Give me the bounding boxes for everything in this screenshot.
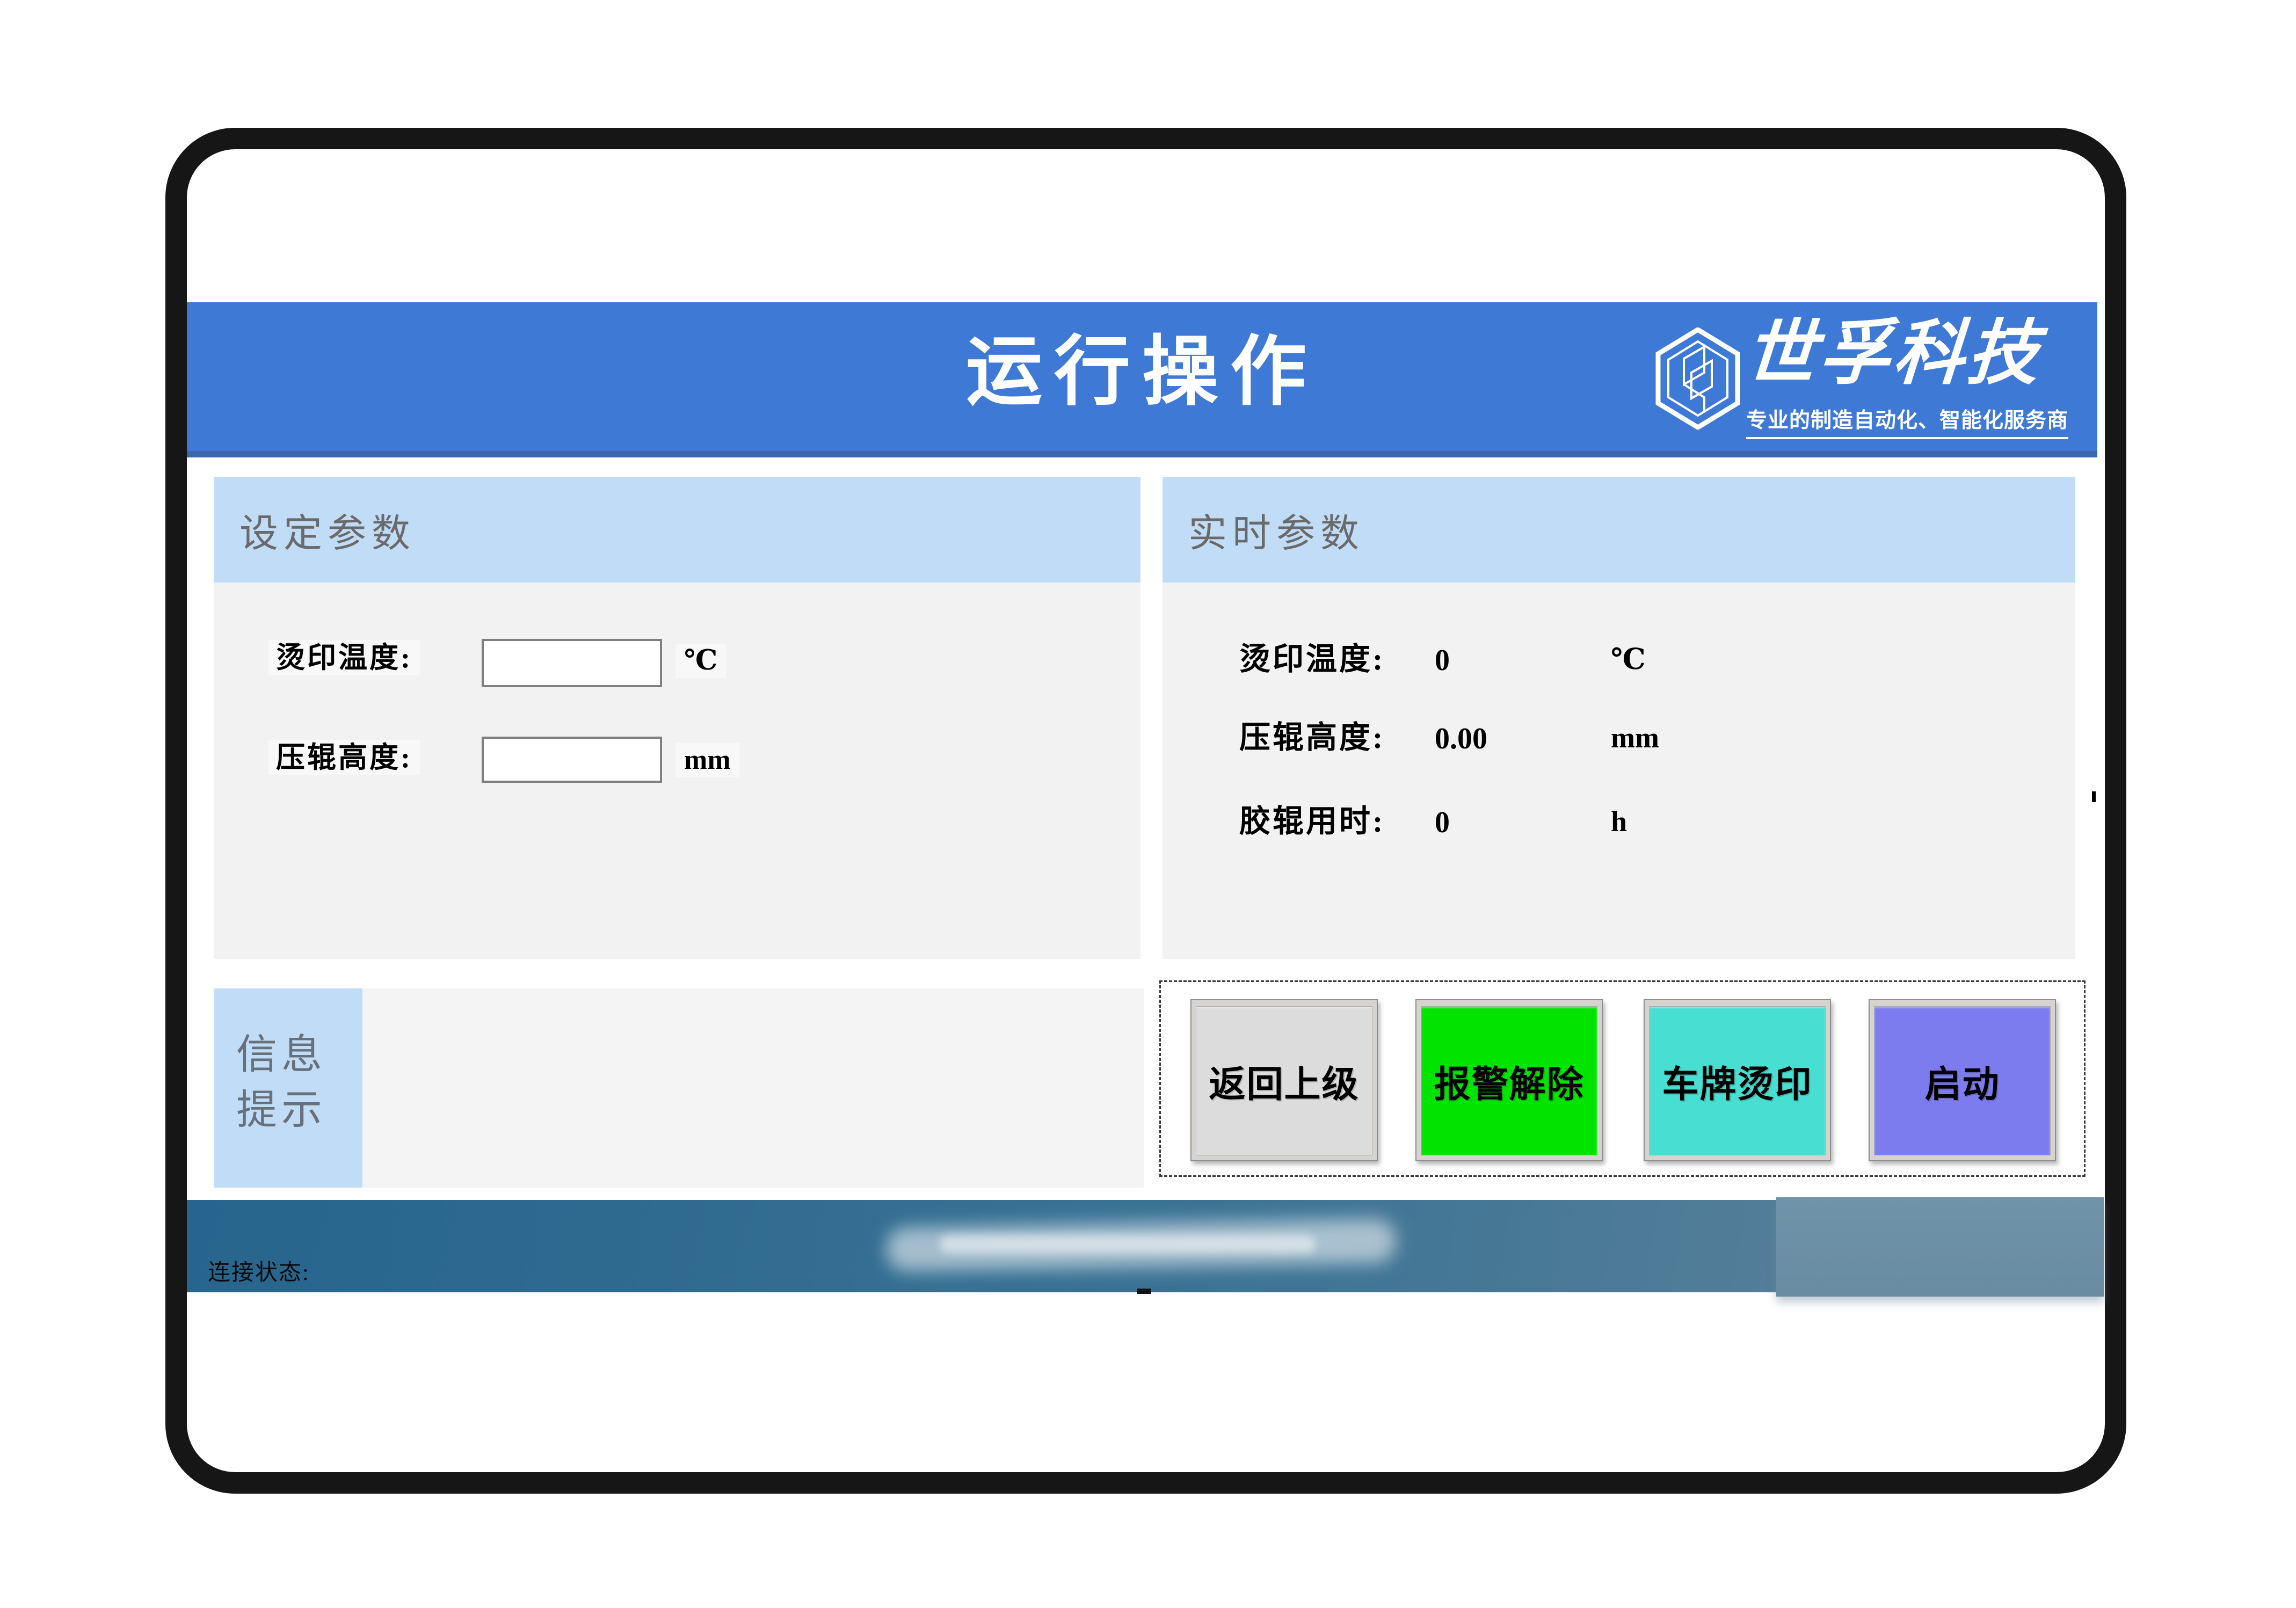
- rt-temp-value: 0: [1435, 644, 1450, 676]
- alarm-reset-button-label: 报警解除: [1434, 1054, 1584, 1108]
- back-button-face: 返回上级: [1196, 1006, 1372, 1155]
- plate-stamp-button-face: 车牌烫印: [1649, 1006, 1826, 1155]
- realtime-panel-title: 实时参数: [1188, 501, 1364, 558]
- connection-status-label: 连接状态:: [208, 1254, 310, 1287]
- brand-tagline: 专业的制造自动化、智能化服务商: [1746, 404, 2068, 439]
- brand-logo-block: 世孚科技 专业的制造自动化、智能化服务商: [1655, 322, 2079, 438]
- info-line2: 提示: [236, 1082, 362, 1138]
- back-button-label: 返回上级: [1209, 1054, 1359, 1108]
- realtime-panel-body: [1162, 583, 2075, 959]
- set-panel-title: 设定参数: [239, 501, 416, 558]
- start-button[interactable]: 启动: [1869, 999, 2056, 1161]
- set-temp-unit: ℃: [675, 644, 726, 678]
- start-button-face: 启动: [1874, 1006, 2051, 1155]
- right-edge-tick: [2092, 791, 2096, 802]
- set-temp-label: 烫印温度:: [268, 640, 420, 675]
- rt-temp-label: 烫印温度:: [1239, 643, 1385, 675]
- start-button-label: 启动: [1924, 1054, 2000, 1108]
- button-group: 返回上级 报警解除 车牌烫印 启动: [1159, 980, 2086, 1177]
- back-button[interactable]: 返回上级: [1190, 999, 1378, 1161]
- rt-roller-time-unit: h: [1611, 805, 1627, 838]
- rt-roller-time-value: 0: [1435, 806, 1450, 839]
- roller-height-unit: mm: [675, 743, 739, 777]
- rt-roller-time-label: 胶辊用时:: [1239, 805, 1385, 838]
- status-bar-right-segment: [1776, 1197, 2104, 1297]
- set-temp-input[interactable]: [482, 639, 662, 687]
- realtime-panel-header: 实时参数: [1162, 477, 2075, 583]
- info-line1: 信息: [236, 1027, 362, 1082]
- hexagon-logo-icon: [1655, 328, 1741, 430]
- status-bar-notch: [1137, 1289, 1151, 1294]
- rt-temp-unit: ℃: [1611, 643, 1646, 675]
- redacted-blur-streak: [940, 1235, 1316, 1253]
- roller-height-input[interactable]: [482, 737, 662, 783]
- rt-roller-height-unit: mm: [1611, 722, 1659, 754]
- brand-name: 世孚科技: [1742, 318, 2044, 389]
- rt-roller-height-value: 0.00: [1435, 723, 1487, 755]
- rt-roller-height-label: 压辊高度:: [1239, 722, 1385, 754]
- alarm-reset-button[interactable]: 报警解除: [1415, 999, 1603, 1161]
- roller-height-label: 压辊高度:: [268, 740, 420, 775]
- info-message-area: [362, 988, 1144, 1188]
- alarm-reset-button-face: 报警解除: [1421, 1006, 1597, 1155]
- info-prompt-label: 信息 提示: [214, 988, 362, 1188]
- plate-stamp-button[interactable]: 车牌烫印: [1644, 999, 1831, 1161]
- set-panel-header: 设定参数: [214, 477, 1140, 583]
- plate-stamp-button-label: 车牌烫印: [1662, 1054, 1812, 1108]
